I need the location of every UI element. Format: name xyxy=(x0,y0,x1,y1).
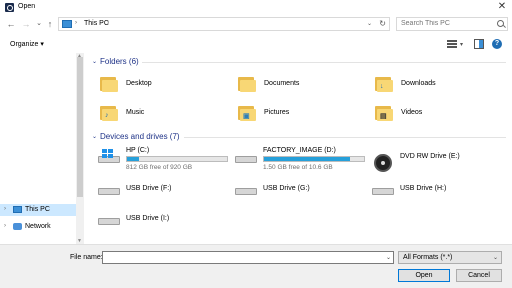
collapse-chevron-icon[interactable]: ⌄ xyxy=(92,133,97,140)
app-icon xyxy=(5,3,14,12)
title-bar: Open ✕ xyxy=(0,0,512,14)
drive-c[interactable]: HP (C:) 812 GB free of 920 GB xyxy=(98,147,230,175)
folder-downloads[interactable]: ↓ Downloads xyxy=(375,73,505,97)
pictures-folder-icon: ▣ xyxy=(238,104,258,122)
filename-combobox[interactable]: ⌄ xyxy=(102,251,394,264)
documents-folder-icon xyxy=(238,75,258,93)
folders-group-header[interactable]: ⌄ Folders (6) xyxy=(90,57,510,69)
folder-documents[interactable]: Documents xyxy=(238,73,368,97)
filetype-select[interactable]: All Formats (*.*) ⌄ xyxy=(398,251,502,264)
drive-d[interactable]: FACTORY_IMAGE (D:) 1.50 GB free of 10.6 … xyxy=(235,147,367,175)
drive-usage-bar xyxy=(263,156,365,162)
network-icon xyxy=(13,223,22,230)
filename-input[interactable] xyxy=(103,252,383,263)
usb-drive-icon xyxy=(98,215,120,227)
sidebar-item-label: Network xyxy=(25,223,51,230)
refresh-icon[interactable]: ↻ xyxy=(379,19,386,28)
drive-i[interactable]: USB Drive (I:) xyxy=(98,209,230,237)
navigation-bar: ← → ⌄ ↑ › This PC › ⌄ ↻ xyxy=(0,14,512,34)
file-list-pane: ⌄ Folders (6) Desktop Documents ↓ Downlo… xyxy=(88,53,512,244)
videos-folder-icon: ▤ xyxy=(375,104,395,122)
scrollbar-thumb[interactable] xyxy=(77,57,83,197)
breadcrumb-separator-icon[interactable]: › xyxy=(75,20,77,26)
usb-drive-icon xyxy=(372,185,394,197)
search-box[interactable] xyxy=(396,17,508,31)
downloads-folder-icon: ↓ xyxy=(375,75,395,93)
chevron-down-icon: ⌄ xyxy=(492,255,498,261)
open-button[interactable]: Open xyxy=(398,269,450,282)
dialog-footer: File name: ⌄ All Formats (*.*) ⌄ Open Ca… xyxy=(0,244,512,288)
address-history-chevron-icon[interactable]: ⌄ xyxy=(367,20,372,27)
address-bar[interactable]: › This PC › ⌄ ↻ xyxy=(58,17,390,31)
usb-drive-icon xyxy=(98,185,120,197)
music-folder-icon: ♪ xyxy=(100,104,120,122)
window-title: Open xyxy=(18,3,36,10)
breadcrumb-separator-icon[interactable]: › xyxy=(107,20,109,26)
folder-desktop[interactable]: Desktop xyxy=(100,73,230,97)
sidebar-item-network[interactable]: › Network xyxy=(0,221,76,233)
usb-drive-icon xyxy=(235,185,257,197)
folder-videos[interactable]: ▤ Videos xyxy=(375,102,505,126)
close-button[interactable]: ✕ xyxy=(494,1,510,13)
pc-icon xyxy=(13,206,22,213)
drive-g[interactable]: USB Drive (G:) xyxy=(235,179,367,207)
drive-h[interactable]: USB Drive (H:) xyxy=(372,179,504,207)
drive-usage-bar xyxy=(126,156,228,162)
back-button[interactable]: ← xyxy=(5,18,17,30)
sidebar-item-this-pc[interactable]: › This PC xyxy=(0,204,76,216)
sidebar-scrollbar[interactable]: ▲ ▼ xyxy=(76,53,84,244)
forward-button[interactable]: → xyxy=(20,18,32,30)
expand-chevron-icon[interactable]: › xyxy=(4,206,6,212)
breadcrumb-this-pc[interactable]: This PC xyxy=(84,20,109,27)
view-options-chevron-icon[interactable]: ▾ xyxy=(460,41,463,51)
folder-music[interactable]: ♪ Music xyxy=(100,102,230,126)
cancel-button[interactable]: Cancel xyxy=(456,269,502,282)
drive-e[interactable]: DVD RW Drive (E:) xyxy=(372,147,504,175)
search-input[interactable] xyxy=(401,20,491,27)
desktop-folder-icon xyxy=(100,75,120,93)
search-icon xyxy=(497,20,504,27)
windows-drive-icon xyxy=(98,149,120,165)
devices-group-header[interactable]: ⌄ Devices and drives (7) xyxy=(90,132,510,144)
command-bar: Organize ▾ ▾ ? xyxy=(0,35,512,53)
preview-pane-icon[interactable] xyxy=(474,39,484,49)
sidebar-item-label: This PC xyxy=(25,206,50,213)
folder-pictures[interactable]: ▣ Pictures xyxy=(238,102,368,126)
filename-dropdown-icon[interactable]: ⌄ xyxy=(386,254,391,261)
change-view-icon[interactable] xyxy=(447,39,457,49)
organize-button[interactable]: Organize ▾ xyxy=(10,40,44,48)
dvd-drive-icon xyxy=(372,153,394,172)
up-button[interactable]: ↑ xyxy=(44,18,56,30)
filename-label: File name: xyxy=(70,254,103,261)
navigation-pane: › This PC › Network ▲ ▼ xyxy=(0,53,84,244)
collapse-chevron-icon[interactable]: ⌄ xyxy=(92,58,97,65)
help-icon[interactable]: ? xyxy=(492,39,502,49)
drive-icon xyxy=(235,153,257,165)
drive-f[interactable]: USB Drive (F:) xyxy=(98,179,230,207)
expand-chevron-icon[interactable]: › xyxy=(4,223,6,229)
pc-icon xyxy=(62,20,72,28)
